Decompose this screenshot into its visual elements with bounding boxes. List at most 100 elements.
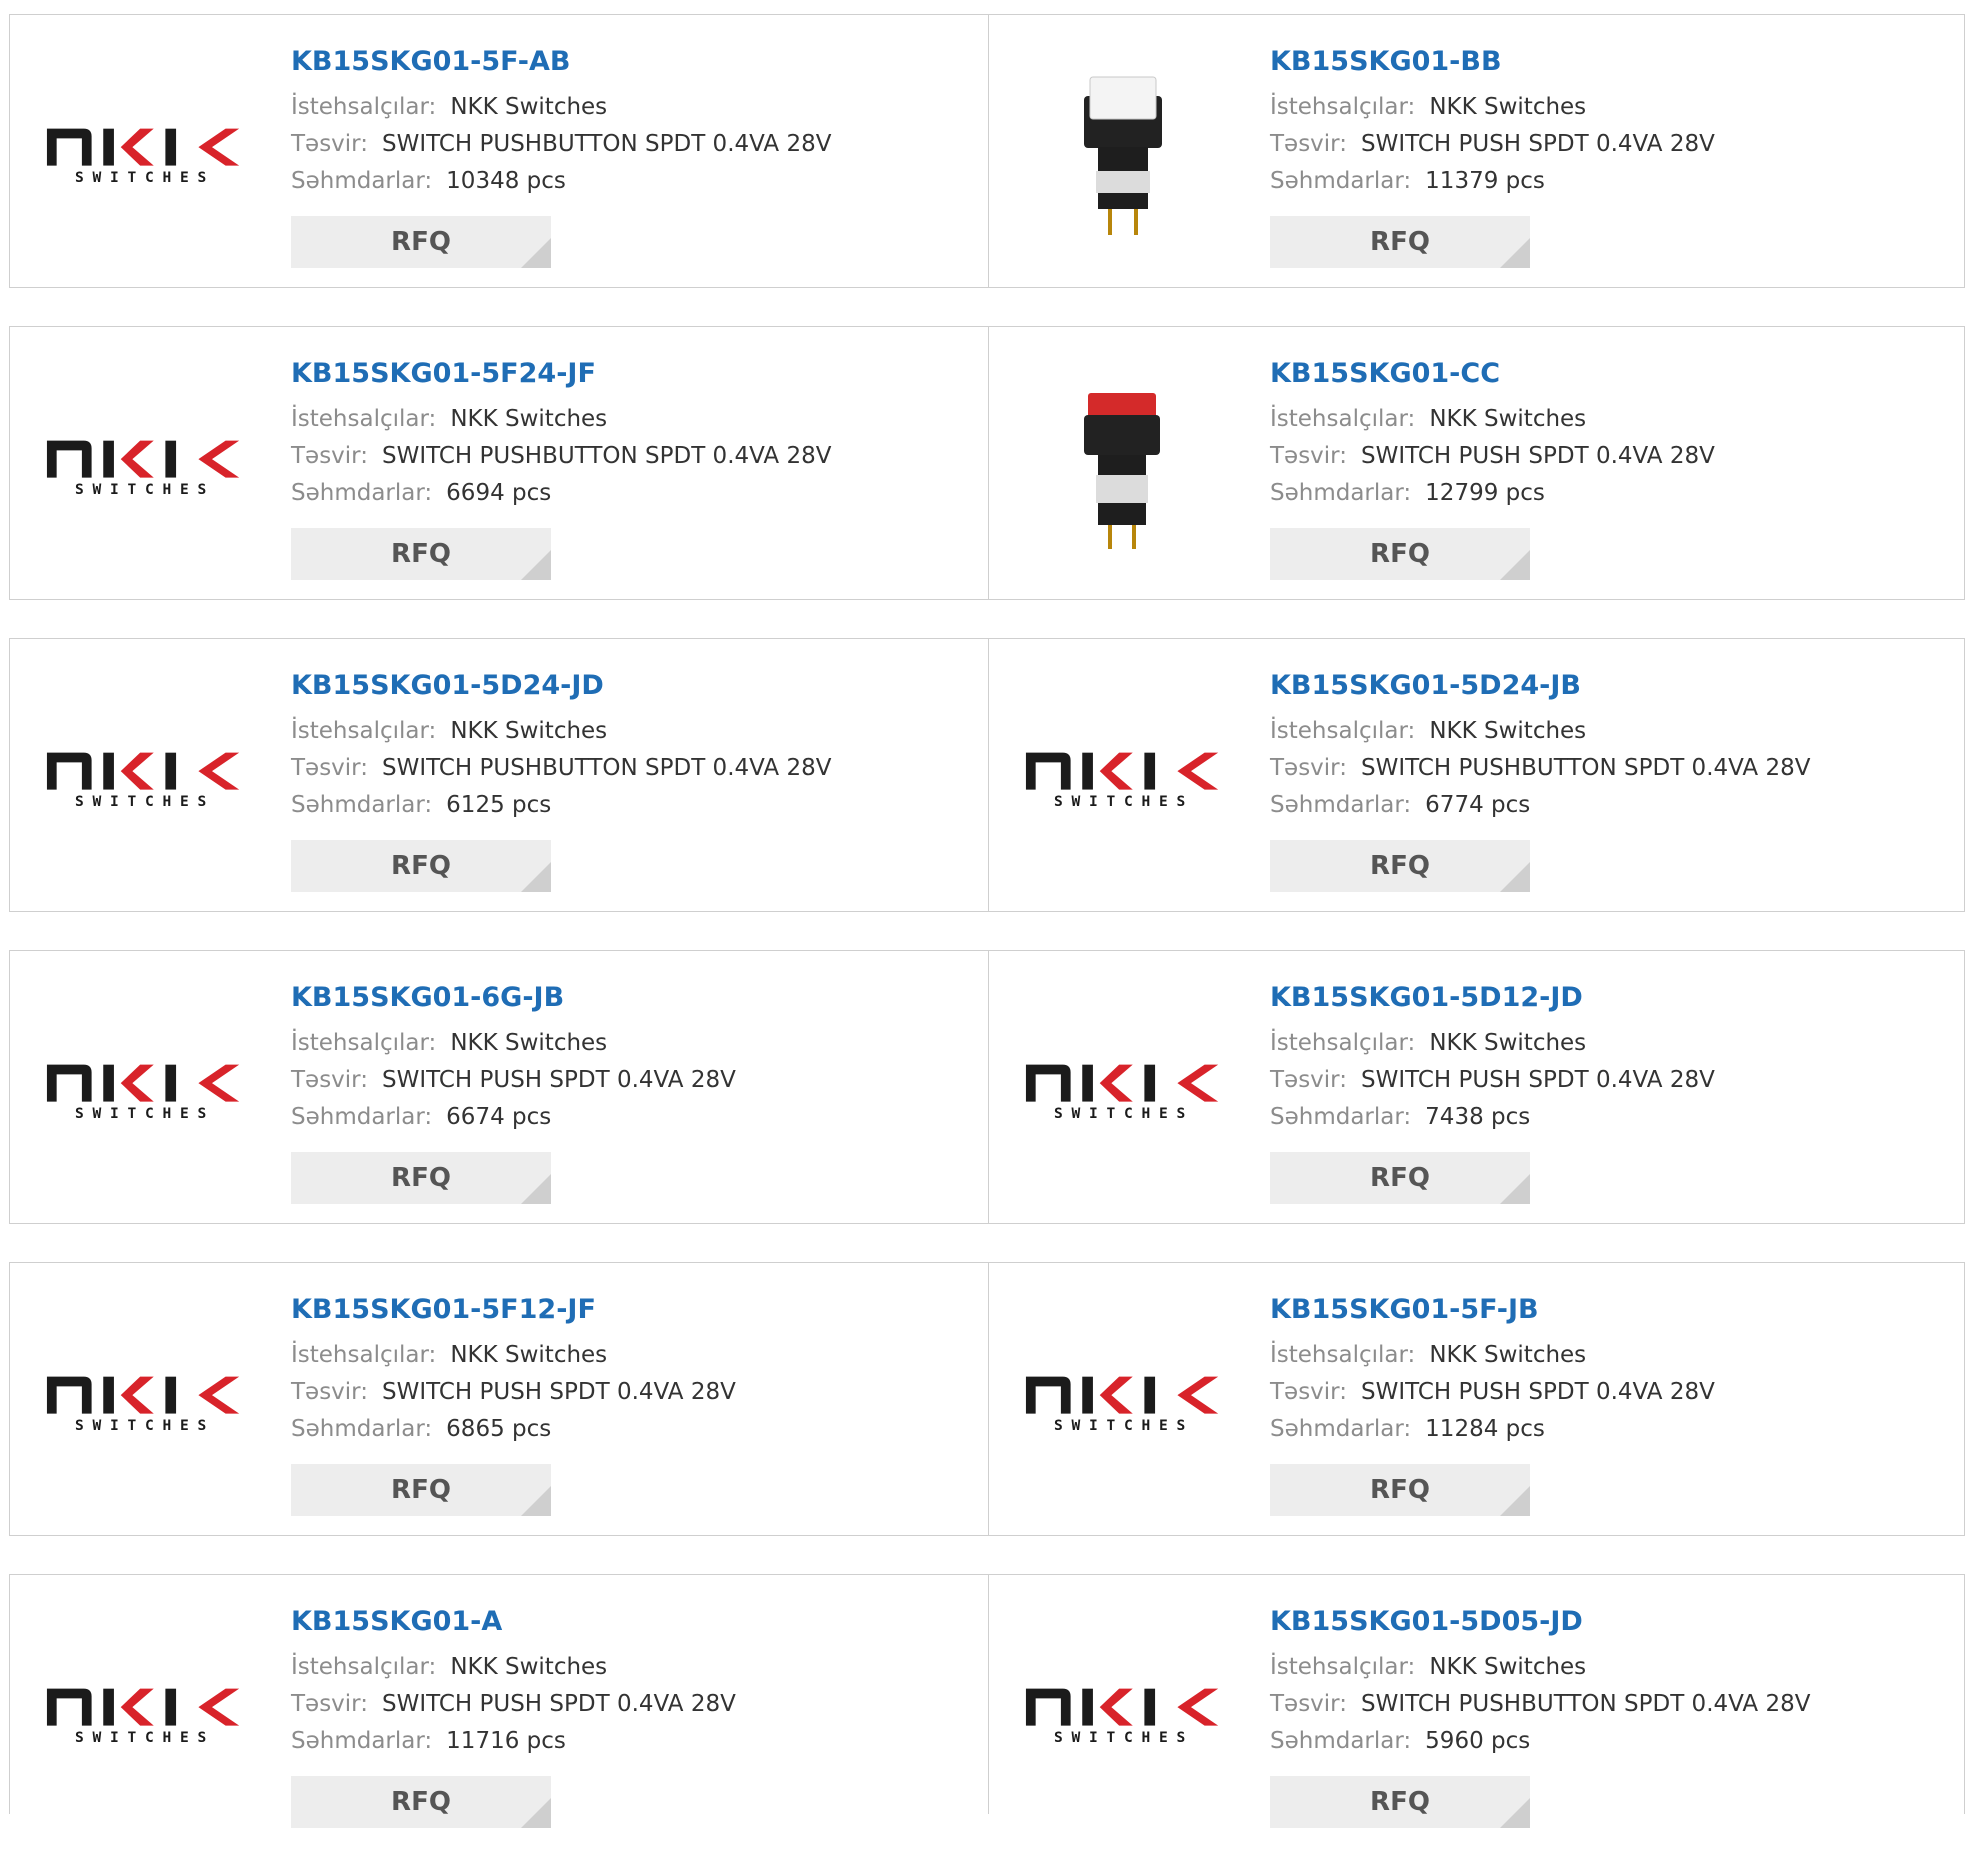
description-line: Təsvir: SWITCH PUSH SPDT 0.4VA 28V: [291, 1374, 736, 1411]
manufacturer-label: İstehsalçılar:: [291, 1342, 437, 1368]
stock-value: 6774 pcs: [1425, 792, 1531, 818]
rfq-button[interactable]: RFQ: [291, 1464, 551, 1516]
rfq-button[interactable]: RFQ: [1270, 1776, 1530, 1828]
description-value: SWITCH PUSHBUTTON SPDT 0.4VA 28V: [382, 755, 832, 781]
manufacturer-line: İstehsalçılar: NKK Switches: [291, 89, 831, 126]
product-card: KB15SKG01-CC İstehsalçılar: NKK Switches Tə…: [988, 327, 1966, 599]
description-label: Təsvir:: [1270, 1067, 1347, 1093]
rfq-button[interactable]: RFQ: [1270, 840, 1530, 892]
product-image[interactable]: SWITCHES: [45, 363, 245, 563]
description-line: Təsvir: SWITCH PUSH SPDT 0.4VA 28V: [1270, 126, 1715, 163]
product-info: KB15SKG01-5F24-JF İstehsalçılar: NKK Switc…: [291, 357, 831, 580]
nkk-logo-icon: SWITCHES: [46, 1688, 240, 1746]
manufacturer-label: İstehsalçılar:: [291, 94, 437, 120]
stock-line: Səhmdarlar: 6865 pcs: [291, 1411, 736, 1448]
description-line: Təsvir: SWITCH PUSHBUTTON SPDT 0.4VA 28V: [1270, 750, 1810, 787]
product-card: SWITCHES KB15SKG01-5F24-JF İstehsalçılar:…: [10, 327, 988, 599]
stock-line: Səhmdarlar: 6774 pcs: [1270, 787, 1810, 824]
manufacturer-line: İstehsalçılar: NKK Switches: [1270, 1649, 1810, 1686]
description-line: Təsvir: SWITCH PUSH SPDT 0.4VA 28V: [291, 1686, 736, 1723]
stock-line: Səhmdarlar: 11379 pcs: [1270, 163, 1715, 200]
rfq-button[interactable]: RFQ: [1270, 528, 1530, 580]
corner-triangle-icon: [521, 1486, 551, 1516]
product-title-link[interactable]: KB15SKG01-6G-JB: [291, 981, 736, 1015]
product-title-link[interactable]: KB15SKG01-5F-JB: [1270, 1293, 1715, 1327]
logo-text: SWITCHES: [1054, 1417, 1194, 1434]
product-image[interactable]: SWITCHES: [45, 1611, 245, 1811]
product-image[interactable]: SWITCHES: [45, 51, 245, 251]
description-value: SWITCH PUSH SPDT 0.4VA 28V: [382, 1067, 736, 1093]
product-row: SWITCHES KB15SKG01-5F-AB İstehsalçılar: NK…: [9, 14, 1965, 288]
description-value: SWITCH PUSHBUTTON SPDT 0.4VA 28V: [1361, 1691, 1811, 1717]
product-row: SWITCHES KB15SKG01-5D24-JD İstehsalçılar:…: [9, 638, 1965, 912]
description-value: SWITCH PUSH SPDT 0.4VA 28V: [1361, 1379, 1715, 1405]
product-image[interactable]: [1024, 51, 1224, 251]
manufacturer-label: İstehsalçılar:: [1270, 718, 1416, 744]
manufacturer-label: İstehsalçılar:: [291, 1654, 437, 1680]
rfq-button[interactable]: RFQ: [1270, 1152, 1530, 1204]
description-value: SWITCH PUSH SPDT 0.4VA 28V: [1361, 1067, 1715, 1093]
product-card: SWITCHES KB15SKG01-5F12-JF İstehsalçılar:…: [10, 1263, 988, 1535]
product-row: SWITCHES KB15SKG01-5F24-JF İstehsalçılar:…: [9, 326, 1965, 600]
product-row: SWITCHES KB15SKG01-5F12-JF İstehsalçılar:…: [9, 1262, 1965, 1536]
rfq-button[interactable]: RFQ: [291, 528, 551, 580]
description-value: SWITCH PUSHBUTTON SPDT 0.4VA 28V: [382, 443, 832, 469]
rfq-button[interactable]: RFQ: [1270, 216, 1530, 268]
product-image[interactable]: SWITCHES: [1024, 675, 1224, 875]
product-title-link[interactable]: KB15SKG01-BB: [1270, 45, 1715, 79]
description-line: Təsvir: SWITCH PUSHBUTTON SPDT 0.4VA 28V: [291, 750, 831, 787]
product-info: KB15SKG01-A İstehsalçılar: NKK Switches Təs…: [291, 1605, 736, 1828]
product-title-link[interactable]: KB15SKG01-5F-AB: [291, 45, 831, 79]
product-card: SWITCHES KB15SKG01-6G-JB İstehsalçılar: NK…: [10, 951, 988, 1223]
stock-value: 6674 pcs: [446, 1104, 552, 1130]
product-image[interactable]: [1024, 363, 1224, 563]
rfq-button[interactable]: RFQ: [291, 216, 551, 268]
product-card: SWITCHES KB15SKG01-5D24-JB İstehsalçılar:…: [988, 639, 1966, 911]
rfq-label: RFQ: [391, 1475, 451, 1505]
description-label: Təsvir:: [291, 131, 368, 157]
product-title-link[interactable]: KB15SKG01-5D24-JB: [1270, 669, 1810, 703]
product-image[interactable]: SWITCHES: [1024, 1611, 1224, 1811]
product-title-link[interactable]: KB15SKG01-5F24-JF: [291, 357, 831, 391]
manufacturer-label: İstehsalçılar:: [1270, 1654, 1416, 1680]
rfq-label: RFQ: [391, 227, 451, 257]
nkk-logo-icon: SWITCHES: [46, 128, 240, 186]
description-label: Təsvir:: [1270, 443, 1347, 469]
stock-line: Səhmdarlar: 12799 pcs: [1270, 475, 1715, 512]
stock-line: Səhmdarlar: 7438 pcs: [1270, 1099, 1715, 1136]
corner-triangle-icon: [521, 862, 551, 892]
manufacturer-value: NKK Switches: [450, 718, 608, 744]
product-title-link[interactable]: KB15SKG01-5F12-JF: [291, 1293, 736, 1327]
stock-value: 10348 pcs: [446, 168, 566, 194]
stock-label: Səhmdarlar:: [1270, 168, 1412, 194]
nkk-logo-icon: SWITCHES: [1025, 1376, 1219, 1434]
product-title-link[interactable]: KB15SKG01-A: [291, 1605, 736, 1639]
rfq-button[interactable]: RFQ: [291, 1776, 551, 1828]
product-image[interactable]: SWITCHES: [45, 987, 245, 1187]
manufacturer-line: İstehsalçılar: NKK Switches: [291, 713, 831, 750]
nkk-logo-icon: SWITCHES: [1025, 1688, 1219, 1746]
product-image[interactable]: SWITCHES: [1024, 987, 1224, 1187]
product-info: KB15SKG01-5F-AB İstehsalçılar: NKK Switche…: [291, 45, 831, 268]
product-image[interactable]: SWITCHES: [45, 1299, 245, 1499]
product-title-link[interactable]: KB15SKG01-CC: [1270, 357, 1715, 391]
manufacturer-value: NKK Switches: [450, 1342, 608, 1368]
product-title-link[interactable]: KB15SKG01-5D24-JD: [291, 669, 831, 703]
product-image[interactable]: SWITCHES: [45, 675, 245, 875]
manufacturer-value: NKK Switches: [1429, 406, 1587, 432]
nkk-logo-icon: SWITCHES: [46, 1376, 240, 1434]
product-card: SWITCHES KB15SKG01-5F-AB İstehsalçılar: NK…: [10, 15, 988, 287]
rfq-label: RFQ: [1370, 1163, 1430, 1193]
rfq-label: RFQ: [391, 851, 451, 881]
product-image[interactable]: SWITCHES: [1024, 1299, 1224, 1499]
stock-value: 6865 pcs: [446, 1416, 552, 1442]
rfq-button[interactable]: RFQ: [291, 840, 551, 892]
product-title-link[interactable]: KB15SKG01-5D12-JD: [1270, 981, 1715, 1015]
stock-label: Səhmdarlar:: [291, 480, 433, 506]
rfq-button[interactable]: RFQ: [291, 1152, 551, 1204]
manufacturer-label: İstehsalçılar:: [291, 718, 437, 744]
rfq-button[interactable]: RFQ: [1270, 1464, 1530, 1516]
logo-text: SWITCHES: [75, 169, 215, 186]
rfq-label: RFQ: [391, 1163, 451, 1193]
product-title-link[interactable]: KB15SKG01-5D05-JD: [1270, 1605, 1810, 1639]
